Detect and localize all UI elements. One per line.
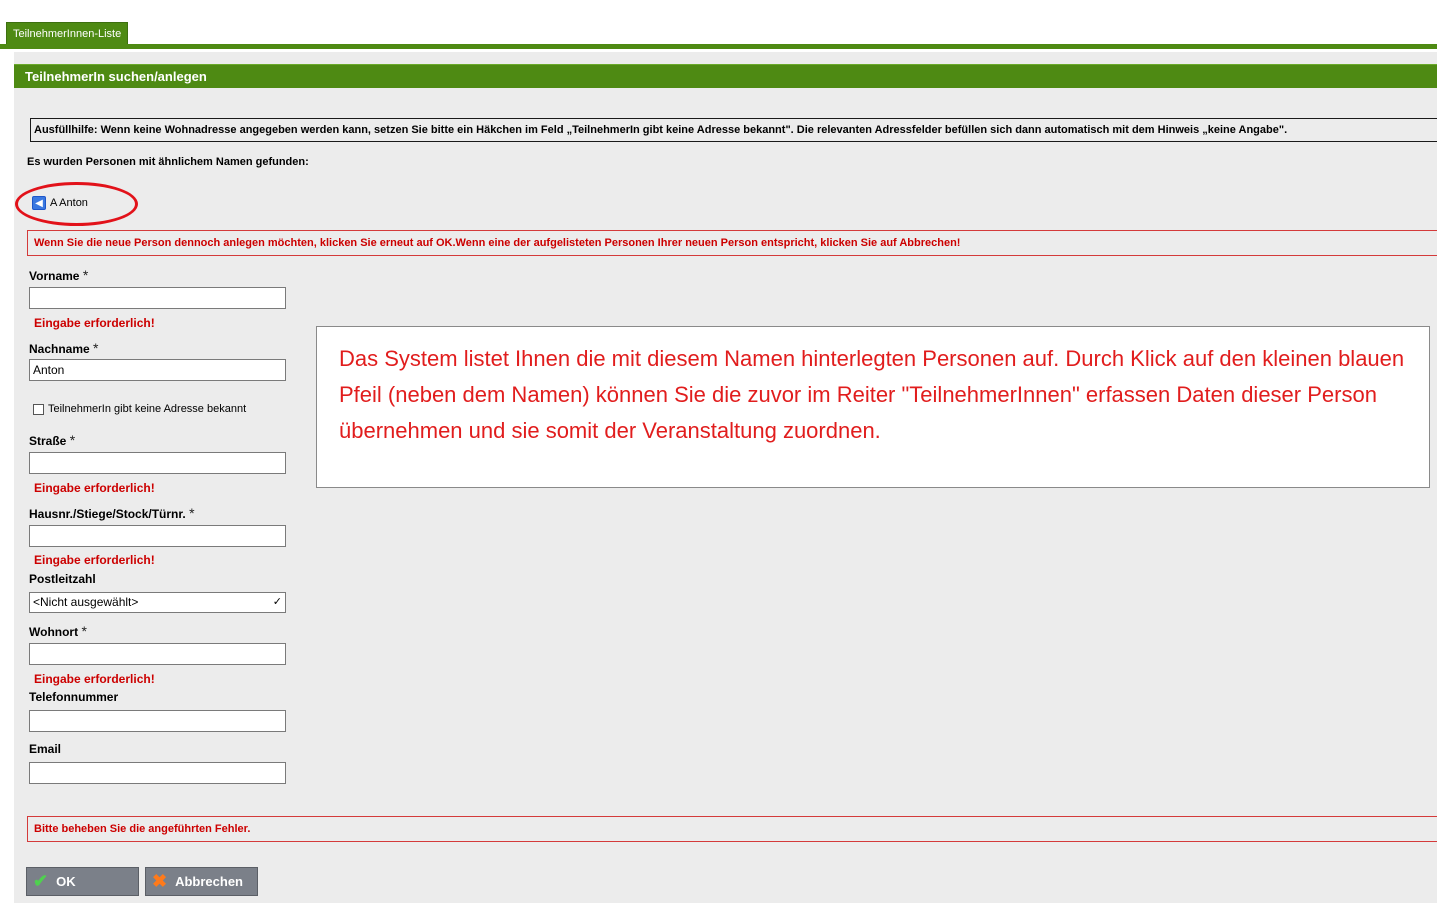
strasse-field[interactable] [29, 452, 286, 474]
plz-selected-value: <Nicht ausgewählt> [33, 595, 139, 609]
panel-title: TeilnehmerIn suchen/anlegen [14, 64, 1437, 88]
tab-underline [0, 44, 1437, 49]
strasse-label: Straße * [29, 432, 76, 448]
vorname-label: Vorname * [29, 267, 89, 283]
form-error-summary: Bitte beheben Sie die angeführten Fehler… [27, 816, 1437, 842]
ok-button[interactable]: ✔ OK [26, 867, 139, 896]
hausnr-field[interactable] [29, 525, 286, 547]
vorname-error: Eingabe erforderlich! [34, 316, 155, 330]
plz-label: Postleitzahl [29, 572, 96, 586]
top-strip [0, 0, 1437, 8]
cancel-button-label: Abbrechen [175, 874, 243, 889]
telefon-label: Telefonnummer [29, 690, 119, 704]
no-address-label: TeilnehmerIn gibt keine Adresse bekannt [48, 403, 247, 415]
hausnr-error: Eingabe erforderlich! [34, 553, 155, 567]
similar-names-title: Es wurden Personen mit ähnlichem Namen g… [27, 156, 309, 168]
tab-teilnehmerinnen-liste[interactable]: TeilnehmerInnen-Liste [6, 22, 129, 45]
plz-select[interactable]: <Nicht ausgewählt> ✓ [29, 592, 286, 613]
wohnort-error: Eingabe erforderlich! [34, 672, 155, 686]
wohnort-field[interactable] [29, 643, 286, 665]
email-field[interactable] [29, 762, 286, 784]
similar-person-item: ◀ A Anton [32, 193, 88, 213]
hausnr-label: Hausnr./Stiege/Stock/Türnr. * [29, 505, 195, 521]
no-address-row[interactable]: TeilnehmerIn gibt keine Adresse bekannt [33, 403, 246, 415]
nachname-label: Nachname * [29, 340, 99, 356]
strasse-error: Eingabe erforderlich! [34, 481, 155, 495]
vorname-field[interactable] [29, 287, 286, 309]
main-panel: TeilnehmerIn suchen/anlegen Ausfüllhilfe… [14, 52, 1437, 903]
similar-person-name: A Anton [50, 197, 88, 209]
telefon-field[interactable] [29, 710, 286, 732]
ok-button-label: OK [56, 874, 76, 889]
fill-hint: Ausfüllhilfe: Wenn keine Wohnadresse ang… [30, 118, 1437, 142]
email-label: Email [29, 742, 62, 756]
chevron-down-icon: ✓ [272, 596, 282, 608]
checkmark-icon: ✔ [33, 871, 49, 891]
close-icon: ✖ [152, 871, 168, 891]
cancel-button[interactable]: ✖ Abbrechen [145, 867, 258, 896]
nachname-field[interactable] [29, 359, 286, 381]
wohnort-label: Wohnort * [29, 623, 87, 639]
blue-arrow-icon[interactable]: ◀ [32, 196, 46, 210]
tutorial-callout: Das System listet Ihnen die mit diesem N… [316, 326, 1430, 488]
duplicate-warning: Wenn Sie die neue Person dennoch anlegen… [27, 230, 1437, 256]
no-address-checkbox[interactable] [33, 403, 44, 415]
